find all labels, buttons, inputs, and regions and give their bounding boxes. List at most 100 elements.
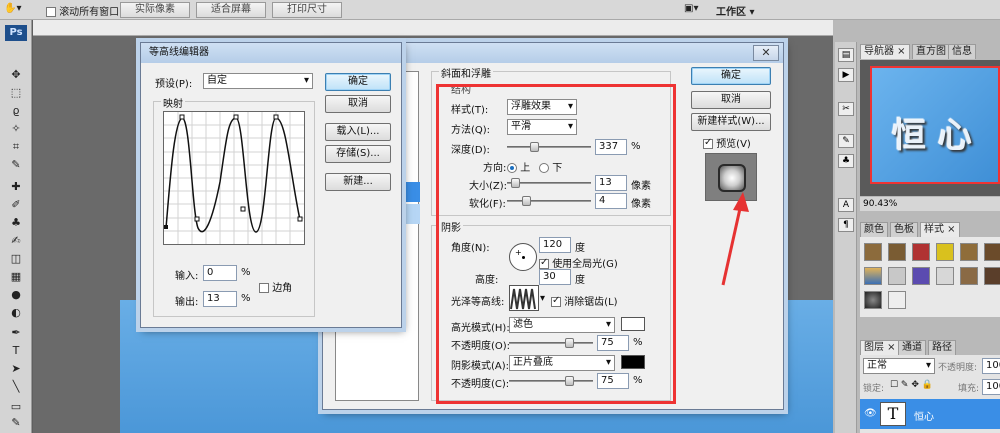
tab-swatches[interactable]: 色板 xyxy=(890,222,918,237)
hand-tool-icon[interactable]: ✋▾ xyxy=(4,3,21,14)
lasso-tool-icon[interactable]: ϱ xyxy=(9,104,23,118)
gradient-tool-icon[interactable]: ▦ xyxy=(9,270,23,284)
visibility-eye-icon[interactable]: 👁 xyxy=(864,408,877,419)
layer-opacity-field[interactable]: 100 xyxy=(982,358,1000,374)
lock-icons[interactable]: ☐ ✎ ✥ 🔒 xyxy=(890,380,933,390)
crop-tool-icon[interactable]: ⌗ xyxy=(9,140,23,154)
eraser-icon[interactable]: ◫ xyxy=(9,252,23,266)
list-item-selected[interactable] xyxy=(404,182,420,202)
print-size-button[interactable]: 打印尺寸 xyxy=(272,2,342,18)
move-tool-icon[interactable]: ✥ xyxy=(9,68,23,82)
style-swatch[interactable] xyxy=(888,291,906,309)
history-panel-icon[interactable]: ▤ xyxy=(838,48,854,62)
new-style-button[interactable]: 新建样式(W)... xyxy=(691,113,771,131)
line-tool-icon[interactable]: ╲ xyxy=(9,380,23,394)
list-item[interactable] xyxy=(404,204,420,224)
zoom-bar: 90.43% xyxy=(860,197,1000,211)
pen-tool-icon[interactable]: ✒ xyxy=(9,326,23,340)
tab-histogram[interactable]: 直方图 xyxy=(912,44,950,59)
scroll-all-label: 滚动所有窗口 xyxy=(59,7,120,18)
annotation-highlight-box xyxy=(436,84,676,404)
preview-shape xyxy=(718,164,746,192)
style-swatch[interactable] xyxy=(984,243,1000,261)
contour-cancel-button[interactable]: 取消 xyxy=(325,95,391,113)
workspace-icon[interactable]: ▣▾ xyxy=(684,3,698,14)
blur-tool-icon[interactable]: ● xyxy=(9,288,23,302)
style-swatch[interactable] xyxy=(984,267,1000,285)
input-field[interactable]: 0 xyxy=(203,265,237,281)
tools-preset-icon[interactable]: ✂ xyxy=(838,102,854,116)
navigator-panel: 恒 心 xyxy=(860,60,1000,196)
new-contour-button[interactable]: 新建... xyxy=(325,173,391,191)
style-swatch[interactable] xyxy=(888,267,906,285)
tab-layers-label: 图层 xyxy=(864,342,884,353)
ps-logo: Ps xyxy=(5,25,27,41)
eyedropper-icon[interactable]: ✎ xyxy=(9,158,23,172)
clone-source-icon[interactable]: ♣ xyxy=(838,154,854,168)
scroll-all-windows-checkbox[interactable]: 滚动所有窗口 xyxy=(46,3,119,18)
layer-style-cancel-button[interactable]: 取消 xyxy=(691,91,771,109)
layer-style-ok-button[interactable]: 确定 xyxy=(691,67,771,85)
layer-row[interactable]: 👁 T 恒心 xyxy=(860,399,1000,429)
actual-pixels-button[interactable]: 实际像素 xyxy=(120,2,190,18)
tab-styles[interactable]: 样式 × xyxy=(920,222,960,237)
checkbox-box[interactable] xyxy=(46,7,56,17)
tab-layers[interactable]: 图层 × xyxy=(860,340,900,355)
dodge-tool-icon[interactable]: ◐ xyxy=(9,306,23,320)
brushes-panel-icon[interactable]: ✎ xyxy=(838,134,854,148)
navigator-preview[interactable]: 恒 心 xyxy=(870,66,1000,184)
preset-select[interactable]: 自定 xyxy=(203,73,313,89)
tab-info[interactable]: 信息 xyxy=(948,44,976,59)
top-ruler xyxy=(33,20,833,36)
paragraph-panel-icon[interactable]: ¶ xyxy=(838,218,854,232)
path-selection-icon[interactable]: ➤ xyxy=(9,362,23,376)
actions-panel-icon[interactable]: ▶ xyxy=(838,68,854,82)
character-panel-icon[interactable]: A xyxy=(838,198,854,212)
workspace-menu[interactable]: 工作区 ▾ xyxy=(716,3,755,18)
close-icon[interactable]: ✕ xyxy=(753,45,779,61)
checkbox-box[interactable] xyxy=(703,137,713,149)
options-bar: ✋▾ 滚动所有窗口 实际像素 适合屏幕 打印尺寸 ▣▾ 工作区 ▾ xyxy=(0,0,1000,20)
contour-curve-svg xyxy=(164,112,304,244)
style-swatch[interactable] xyxy=(864,267,882,285)
notes-tool-icon[interactable]: ▭ xyxy=(9,400,23,414)
tab-channels[interactable]: 通道 xyxy=(898,340,926,355)
load-button[interactable]: 载入(L)... xyxy=(325,123,391,141)
brush-tool-icon[interactable]: ✐ xyxy=(9,198,23,212)
fit-screen-button[interactable]: 适合屏幕 xyxy=(196,2,266,18)
style-swatch[interactable] xyxy=(864,291,882,309)
checkbox-box[interactable] xyxy=(259,283,269,293)
magic-wand-icon[interactable]: ✧ xyxy=(9,122,23,136)
save-button[interactable]: 存储(S)... xyxy=(325,145,391,163)
style-swatch[interactable] xyxy=(864,243,882,261)
style-swatch[interactable] xyxy=(936,267,954,285)
annotation-arrow-icon xyxy=(721,192,749,286)
style-swatch[interactable] xyxy=(888,243,906,261)
corner-label: 边角 xyxy=(272,283,293,294)
style-swatch[interactable] xyxy=(912,267,930,285)
healing-brush-icon[interactable]: ✚ xyxy=(9,180,23,194)
output-field[interactable]: 13 xyxy=(203,291,237,307)
preview-label: 预览(V) xyxy=(716,139,751,150)
style-swatch[interactable] xyxy=(960,243,978,261)
marquee-tool-icon[interactable]: ⬚ xyxy=(9,86,23,100)
style-swatch[interactable] xyxy=(912,243,930,261)
layer-name[interactable]: 恒心 xyxy=(914,408,934,423)
tab-paths[interactable]: 路径 xyxy=(928,340,956,355)
fill-field[interactable]: 100 xyxy=(982,379,1000,395)
tab-navigator[interactable]: 导航器 × xyxy=(860,44,910,59)
eyedropper-2-icon[interactable]: ✎ xyxy=(9,416,23,430)
zoom-value[interactable]: 90.43% xyxy=(863,199,897,209)
history-brush-icon[interactable]: ✍ xyxy=(9,234,23,248)
clone-stamp-icon[interactable]: ♣ xyxy=(9,216,23,230)
contour-graph[interactable] xyxy=(163,111,305,245)
contour-ok-button[interactable]: 确定 xyxy=(325,73,391,91)
style-swatch[interactable] xyxy=(936,243,954,261)
style-swatch[interactable] xyxy=(960,267,978,285)
corner-checkbox[interactable]: 边角 xyxy=(259,279,292,294)
type-tool-icon[interactable]: T xyxy=(9,344,23,358)
lock-label: 锁定: xyxy=(863,384,885,394)
tab-color[interactable]: 颜色 xyxy=(860,222,888,237)
preview-checkbox[interactable]: 预览(V) xyxy=(703,135,751,150)
blend-mode-select[interactable]: 正常 xyxy=(863,358,935,374)
